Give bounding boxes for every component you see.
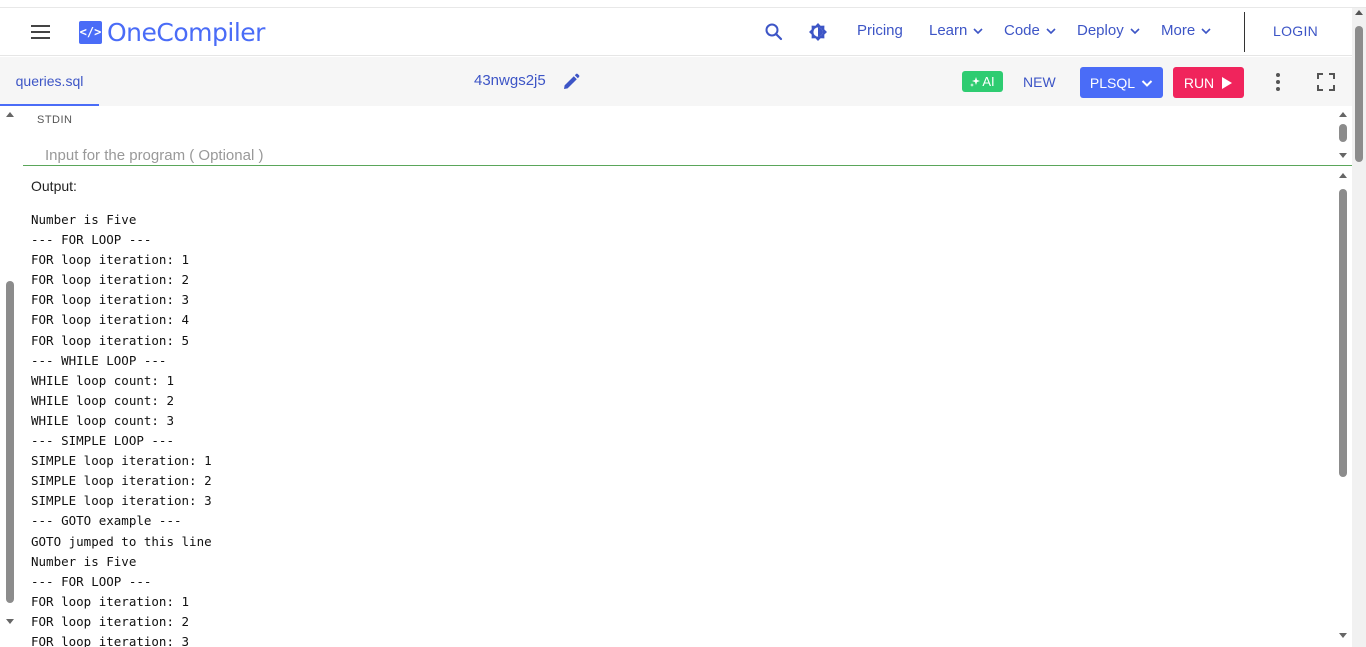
editor-toolbar: queries.sql 43nwgs2j5 AI NEW PLSQL RUN <box>0 57 1352 106</box>
output-line: FOR loop iteration: 2 <box>31 613 190 629</box>
theme-toggle-icon[interactable] <box>808 22 828 42</box>
tab-queries-sql[interactable]: queries.sql <box>0 57 99 106</box>
more-options-icon[interactable] <box>1269 72 1287 92</box>
language-select-button[interactable]: PLSQL <box>1080 67 1163 98</box>
output-scrollbar[interactable] <box>1338 171 1348 643</box>
output-line: SIMPLE loop iteration: 2 <box>31 473 212 489</box>
chevron-down-icon <box>1201 27 1211 34</box>
page-scrollbar[interactable] <box>1352 8 1366 647</box>
output-line: FOR loop iteration: 1 <box>31 252 190 268</box>
language-label: PLSQL <box>1089 74 1136 91</box>
play-icon <box>1222 76 1233 89</box>
output-label: Output: <box>31 178 77 194</box>
nav-more-label: More <box>1161 22 1196 39</box>
chevron-down-icon <box>1130 27 1140 34</box>
stdin-input[interactable] <box>45 147 1325 164</box>
output-line: SIMPLE loop iteration: 1 <box>31 453 212 469</box>
nav-deploy-label: Deploy <box>1077 22 1124 39</box>
output-line: WHILE loop count: 1 <box>31 372 174 388</box>
nav-learn-label: Learn <box>929 22 968 39</box>
run-button-label: RUN <box>1183 74 1215 91</box>
stdin-panel: STDIN <box>23 106 1352 166</box>
scroll-down-icon[interactable] <box>6 619 14 624</box>
nav-pricing-label: Pricing <box>857 22 903 39</box>
output-line: FOR loop iteration: 2 <box>31 272 190 288</box>
output-text: Number is Five --- FOR LOOP --- FOR loop… <box>31 210 212 647</box>
logo-mark-icon: </> <box>79 20 102 44</box>
output-line: FOR loop iteration: 1 <box>31 593 190 609</box>
output-line: Number is Five <box>31 553 137 569</box>
nav-divider <box>1244 12 1245 52</box>
output-line: SIMPLE loop iteration: 3 <box>31 493 212 509</box>
chevron-down-icon <box>1046 27 1056 34</box>
fullscreen-icon[interactable] <box>1317 73 1335 91</box>
nav-code[interactable]: Code <box>1004 22 1056 39</box>
scroll-up-icon[interactable] <box>1339 112 1347 117</box>
menu-icon[interactable] <box>31 25 50 39</box>
output-line: GOTO jumped to this line <box>31 533 212 549</box>
nav-code-label: Code <box>1004 22 1040 39</box>
code-id-title[interactable]: 43nwgs2j5 <box>474 72 546 89</box>
logo-text: OneCompiler <box>107 17 265 47</box>
stdin-label: STDIN <box>37 114 73 126</box>
window-top-edge <box>0 0 1366 8</box>
stdin-scrollbar-thumb[interactable] <box>1339 124 1347 142</box>
chevron-down-icon <box>973 27 983 34</box>
new-button[interactable]: NEW <box>1023 74 1056 90</box>
scroll-up-icon[interactable] <box>1339 173 1347 178</box>
output-line: --- SIMPLE LOOP --- <box>31 433 174 449</box>
output-line: FOR loop iteration: 4 <box>31 312 190 328</box>
run-button[interactable]: RUN <box>1173 67 1244 98</box>
chevron-down-icon <box>1141 79 1153 87</box>
output-line: --- WHILE LOOP --- <box>31 352 167 368</box>
scroll-up-icon[interactable] <box>1355 10 1363 15</box>
output-line: WHILE loop count: 2 <box>31 392 174 408</box>
sparkle-icon <box>970 76 981 87</box>
pencil-edit-icon[interactable] <box>562 73 580 91</box>
output-line: FOR loop iteration: 5 <box>31 332 190 348</box>
editor-scrollbar-thumb[interactable] <box>6 281 14 603</box>
ai-button-label: AI <box>982 74 995 89</box>
editor-scrollbar[interactable] <box>0 106 22 647</box>
output-line: WHILE loop count: 3 <box>31 412 174 428</box>
output-line: Number is Five <box>31 212 137 227</box>
login-button[interactable]: LOGIN <box>1273 23 1318 39</box>
output-line: --- FOR LOOP --- <box>31 232 152 248</box>
output-panel: Output: Number is Five --- FOR LOOP --- … <box>23 167 1352 647</box>
scroll-down-icon[interactable] <box>1339 153 1347 158</box>
output-line: --- GOTO example --- <box>31 513 182 529</box>
search-icon[interactable] <box>764 22 784 42</box>
nav-more[interactable]: More <box>1161 22 1211 39</box>
ai-button[interactable]: AI <box>962 71 1003 92</box>
page-scrollbar-thumb[interactable] <box>1355 26 1363 162</box>
stdin-scrollbar[interactable] <box>1338 110 1348 162</box>
output-scrollbar-thumb[interactable] <box>1339 189 1347 477</box>
nav-learn[interactable]: Learn <box>929 22 983 39</box>
scroll-down-icon[interactable] <box>1339 633 1347 638</box>
nav-deploy[interactable]: Deploy <box>1077 22 1140 39</box>
top-navbar: </> OneCompiler Pricing Learn Code Deplo… <box>0 8 1352 56</box>
output-line: FOR loop iteration: 3 <box>31 292 190 308</box>
nav-pricing[interactable]: Pricing <box>857 22 903 39</box>
scroll-up-icon[interactable] <box>6 112 14 117</box>
onecompiler-logo[interactable]: </> OneCompiler <box>79 17 265 47</box>
output-line: FOR loop iteration: 3 <box>31 633 190 647</box>
output-line: --- FOR LOOP --- <box>31 573 152 589</box>
